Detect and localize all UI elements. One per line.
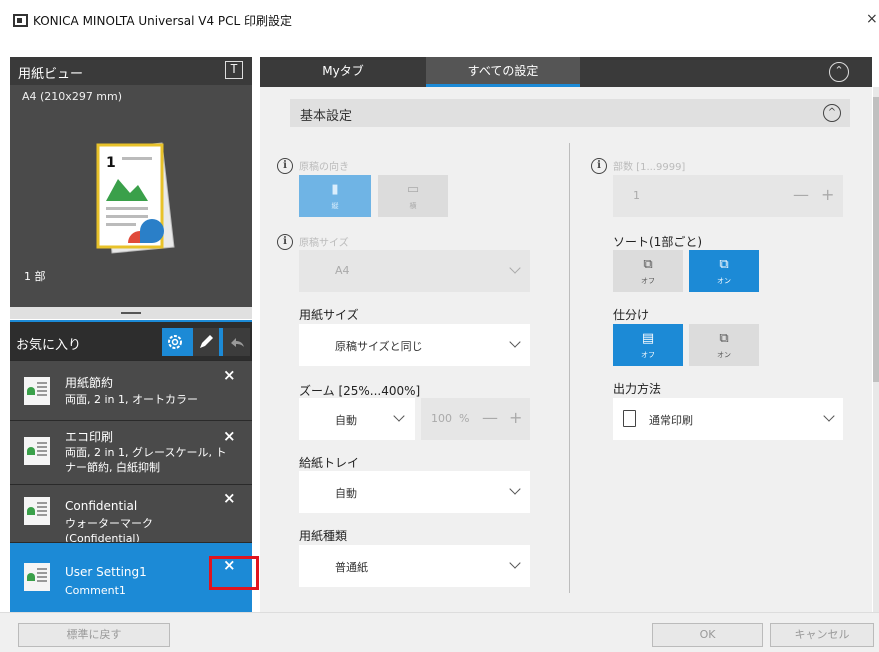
- favorite-description: 両面, 2 in 1, グレースケール, トナー節約, 白紙抑制: [65, 446, 227, 474]
- info-icon[interactable]: i: [277, 158, 293, 174]
- favorite-preset-icon: [24, 437, 50, 465]
- collate-off-button[interactable]: ⧉ オフ: [613, 250, 683, 292]
- tab-my-tab[interactable]: Myタブ: [260, 57, 426, 87]
- orientation-label: 原稿の向き: [299, 162, 349, 173]
- orientation-portrait-button: ▮ 縦: [299, 175, 371, 217]
- paper-preview-panel: 用紙ビュー T A4 (210x297 mm) 1 1 部: [10, 57, 252, 307]
- info-icon[interactable]: i: [591, 158, 607, 174]
- undo-arrow-icon[interactable]: [223, 328, 251, 356]
- section-title: 基本設定: [300, 109, 353, 124]
- column-divider: [569, 143, 570, 593]
- reset-defaults-button[interactable]: 標準に戻す: [18, 623, 170, 647]
- paper-size-label: A4 (210x297 mm): [22, 90, 123, 103]
- collate-on-button[interactable]: ⧉ オン: [689, 250, 759, 292]
- delete-favorite-icon[interactable]: ×: [223, 366, 236, 384]
- paper-size-label: 用紙サイズ: [299, 308, 359, 322]
- copies-label: 部数 [1...9999]: [613, 162, 686, 173]
- paper-tray-label: 給紙トレイ: [299, 456, 360, 470]
- uncollated-pages-icon: ⧉: [643, 256, 653, 272]
- output-method-label: 出力方法: [613, 382, 662, 396]
- original-size-label: 原稿サイズ: [299, 238, 349, 249]
- printer-app-icon: [13, 14, 28, 27]
- copies-minus-button: —: [793, 185, 809, 204]
- zoom-minus-button: —: [482, 408, 498, 427]
- dialog-footer: 標準に戻す OK キャンセル: [0, 612, 879, 652]
- chevron-down-icon: [509, 483, 521, 495]
- close-window-icon[interactable]: ×: [866, 11, 878, 27]
- stacked-pages-icon: ▤: [641, 330, 655, 346]
- preview-title: 用紙ビュー: [18, 67, 84, 82]
- favorites-title: お気に入り: [16, 338, 82, 353]
- text-view-toggle-icon[interactable]: T: [225, 61, 243, 79]
- favorite-item-paper-saving[interactable]: 用紙節約 両面, 2 in 1, オートカラー ×: [10, 360, 252, 420]
- offset-label: 仕分け: [613, 308, 650, 322]
- favorite-item-eco-print[interactable]: エコ印刷 両面, 2 in 1, グレースケール, トナー節約, 白紙抑制 ×: [10, 420, 252, 484]
- paper-size-select[interactable]: 原稿サイズと同じ: [299, 324, 530, 366]
- panel-splitter[interactable]: [10, 307, 252, 319]
- edit-pencil-icon[interactable]: [192, 328, 220, 356]
- favorites-header: お気に入り: [10, 320, 252, 360]
- paper-tray-select[interactable]: 自動: [299, 471, 530, 513]
- highlight-box: [209, 556, 259, 590]
- landscape-page-icon: ▭: [406, 181, 420, 197]
- favorite-preset-icon: [24, 497, 50, 525]
- info-icon[interactable]: i: [277, 234, 293, 250]
- title-bar: KONICA MINOLTA Universal V4 PCL 印刷設定 ×: [0, 0, 879, 40]
- zoom-percent-stepper: 100 % — +: [421, 398, 530, 440]
- favorite-name: エコ印刷: [65, 430, 114, 444]
- favorite-preset-icon: [24, 563, 50, 591]
- favorite-item-confidential[interactable]: Confidential ウォーターマーク (Confidential) ×: [10, 484, 252, 545]
- favorite-name: User Setting1: [65, 565, 147, 579]
- copies-plus-button: +: [821, 185, 835, 204]
- copies-stepper: 1 — +: [613, 175, 843, 217]
- collate-label: ソート(1部ごと): [613, 235, 702, 249]
- copies-count-label: 1 部: [24, 270, 46, 283]
- collated-pages-icon: ⧉: [719, 256, 729, 272]
- collapse-all-icon[interactable]: ⌃: [829, 62, 849, 82]
- delete-favorite-icon[interactable]: ×: [223, 427, 236, 445]
- offset-pages-icon: ⧉: [719, 330, 729, 346]
- delete-favorite-icon[interactable]: ×: [223, 489, 236, 507]
- favorites-toolbar: [162, 328, 251, 356]
- zoom-plus-button: +: [509, 408, 523, 427]
- favorite-settings-gear-icon[interactable]: [162, 328, 189, 356]
- preview-header: 用紙ビュー T: [10, 57, 252, 85]
- chevron-down-icon: [509, 336, 521, 348]
- zoom-label: ズーム [25%...400%]: [299, 384, 421, 398]
- output-method-select[interactable]: 通常印刷: [613, 398, 843, 440]
- vertical-scrollbar[interactable]: [873, 87, 879, 612]
- favorite-name: 用紙節約: [65, 376, 114, 390]
- basic-settings-section[interactable]: 基本設定 ^: [290, 99, 850, 127]
- paper-type-select[interactable]: 普通紙: [299, 545, 530, 587]
- chevron-down-icon: [509, 557, 521, 569]
- favorite-name: Confidential: [65, 499, 138, 513]
- svg-text:1: 1: [106, 155, 116, 171]
- offset-on-button[interactable]: ⧉ オン: [689, 324, 759, 366]
- chevron-down-icon: [393, 410, 405, 422]
- paper-type-label: 用紙種類: [299, 529, 348, 543]
- favorite-description: Comment1: [65, 584, 126, 597]
- document-icon: [623, 410, 636, 427]
- window-title: KONICA MINOLTA Universal V4 PCL 印刷設定: [33, 14, 293, 28]
- original-size-select: A4: [299, 250, 530, 292]
- favorite-description: 両面, 2 in 1, オートカラー: [65, 393, 199, 406]
- document-preview-image: 1: [96, 142, 175, 254]
- tab-all-settings[interactable]: すべての設定: [426, 57, 580, 87]
- favorite-preset-icon: [24, 377, 50, 405]
- chevron-down-icon: [509, 262, 521, 274]
- zoom-mode-select[interactable]: 自動: [299, 398, 415, 440]
- offset-off-button[interactable]: ▤ オフ: [613, 324, 683, 366]
- portrait-page-icon: ▮: [331, 181, 339, 197]
- chevron-down-icon: [823, 410, 835, 422]
- settings-tabs: Myタブ すべての設定 ⌃: [260, 57, 872, 87]
- scrollbar-thumb[interactable]: [873, 97, 879, 382]
- collapse-section-icon[interactable]: ^: [823, 104, 841, 122]
- ok-button[interactable]: OK: [652, 623, 763, 647]
- cancel-button[interactable]: キャンセル: [770, 623, 874, 647]
- orientation-landscape-button: ▭ 横: [378, 175, 448, 217]
